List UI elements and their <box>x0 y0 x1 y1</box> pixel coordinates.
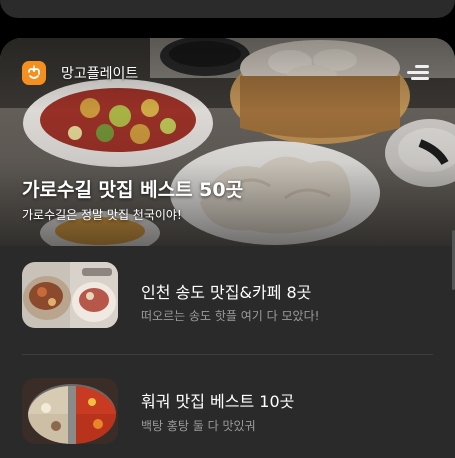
featured-banner[interactable]: 망고플레이트 가로수길 맛집 베스트 50곳 가로수길은 정말 맛집 천국이야! <box>0 38 455 246</box>
menu-icon[interactable] <box>407 65 429 81</box>
list-item[interactable]: 훠궈 맛집 베스트 10곳 백탕 홍탕 둘 다 맛있궈 <box>0 378 455 458</box>
list-item-title: 인천 송도 맛집&카페 8곳 <box>141 283 312 302</box>
featured-title: 가로수길 맛집 베스트 50곳 <box>22 179 244 201</box>
list-item[interactable]: 인천 송도 맛집&카페 8곳 떠오르는 송도 핫플 여기 다 모았다! <box>0 262 455 350</box>
mangoplate-logo-icon <box>22 61 46 85</box>
previous-card-bottom <box>0 0 455 18</box>
brand: 망고플레이트 <box>22 61 138 85</box>
divider <box>22 354 433 355</box>
list-item-thumbnail <box>22 378 118 444</box>
list-item-title: 훠궈 맛집 베스트 10곳 <box>141 392 295 411</box>
list-item-thumbnail <box>22 262 118 328</box>
list-item-subtitle: 백탕 홍탕 둘 다 맛있궈 <box>141 419 256 433</box>
featured-subtitle: 가로수길은 정말 맛집 천국이야! <box>22 208 182 222</box>
brand-name: 망고플레이트 <box>61 66 139 82</box>
content-card: 망고플레이트 가로수길 맛집 베스트 50곳 가로수길은 정말 맛집 천국이야! <box>0 38 455 458</box>
list-item-subtitle: 떠오르는 송도 핫플 여기 다 모았다! <box>141 309 320 323</box>
